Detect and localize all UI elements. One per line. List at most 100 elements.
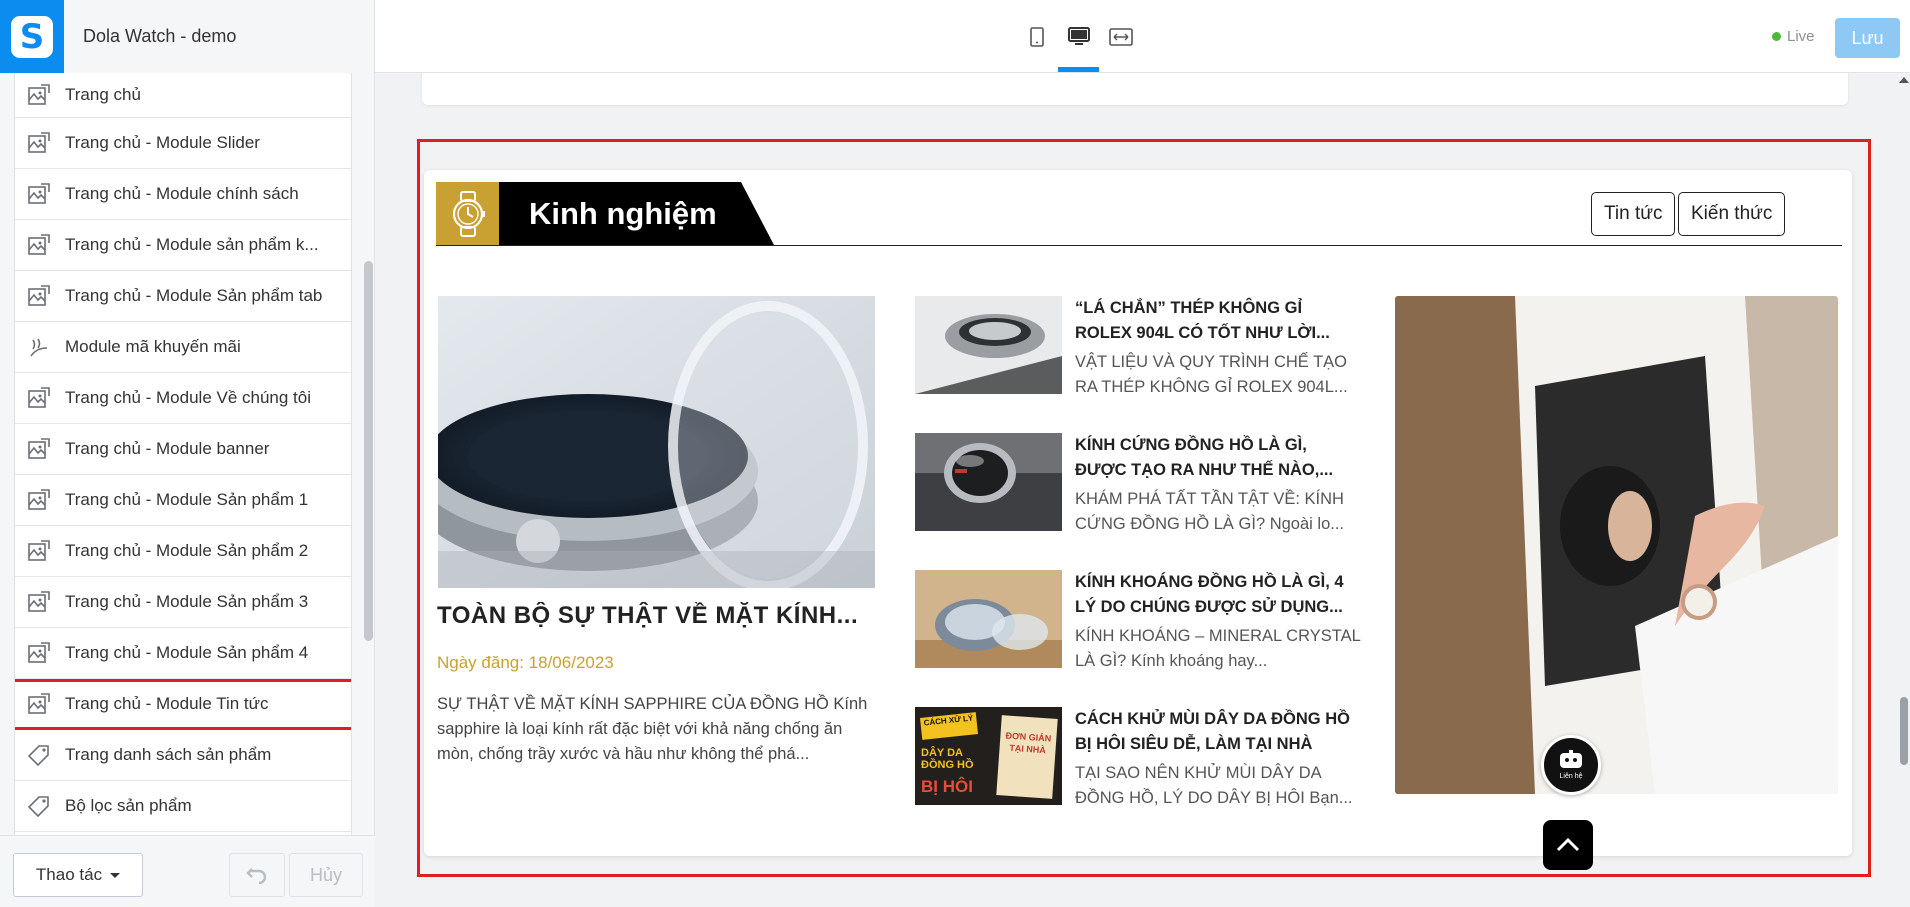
chat-bot-icon xyxy=(1560,750,1582,768)
article-item[interactable]: “LÁ CHẮN” THÉP KHÔNG GỈ ROLEX 904L CÓ TỐ… xyxy=(915,296,1355,406)
layout-icon xyxy=(25,436,53,462)
layout-icon xyxy=(25,130,53,156)
featured-date: Ngày đăng: 18/06/2023 xyxy=(437,653,614,672)
layout-icon xyxy=(25,691,53,717)
article-item[interactable]: CÁCH XỬ LÝ DÂY DA ĐỒNG HỒ BỊ HÔI ĐƠN GIẢ… xyxy=(915,707,1355,817)
article-thumbnail[interactable] xyxy=(915,570,1062,668)
sidebar-item-label: Trang chủ - Module Slider xyxy=(65,133,260,152)
store-title: Dola Watch - demo xyxy=(64,0,375,73)
sidebar-item[interactable]: Trang chủ - Module Sản phẩm 2 xyxy=(15,526,351,577)
sidebar-item-label: Trang chủ - Module banner xyxy=(65,439,270,458)
sidebar-item-label: Module mã khuyến mãi xyxy=(65,337,241,356)
preview-scrollbar-thumb[interactable] xyxy=(1900,697,1908,765)
section-title: Kinh nghiệm xyxy=(499,182,774,245)
tab-knowledge[interactable]: Kiến thức xyxy=(1678,192,1786,236)
save-button[interactable]: Lưu xyxy=(1835,18,1900,58)
thumb-caption: DÂY DA ĐỒNG HỒ xyxy=(921,747,974,771)
featured-description: SỰ THẬT VỀ MẶT KÍNH SAPPHIRE CỦA ĐỒNG HỒ… xyxy=(437,695,868,763)
article-item[interactable]: KÍNH KHOÁNG ĐỒNG HỒ LÀ GÌ, 4 LÝ DO CHÚNG… xyxy=(915,570,1360,680)
sidebar-item-label: Trang chủ - Module Về chúng tôi xyxy=(65,388,312,407)
sidebar-item[interactable]: Trang danh sách sản phẩm xyxy=(15,730,351,781)
article-thumbnail[interactable]: CÁCH XỬ LÝ DÂY DA ĐỒNG HỒ BỊ HÔI ĐƠN GIẢ… xyxy=(915,707,1062,805)
module-list: Trang chủ Trang chủ - Module Slider Trang … xyxy=(14,73,352,835)
sidebar-item[interactable]: Trang chủ - Module Sản phẩm tab xyxy=(15,271,351,322)
chat-label: Liên hệ xyxy=(1559,773,1583,780)
logo-icon: S xyxy=(11,15,53,58)
article-thumbnail[interactable] xyxy=(915,296,1062,394)
chat-button[interactable]: Liên hệ xyxy=(1541,735,1601,795)
news-header: Kinh nghiệm Tin tức Kiến thức xyxy=(436,182,1842,246)
article-title[interactable]: “LÁ CHẮN” THÉP KHÔNG GỈ ROLEX 904L CÓ TỐ… xyxy=(1075,296,1361,346)
desktop-icon[interactable] xyxy=(1066,22,1092,52)
article-title[interactable]: KÍNH KHOÁNG ĐỒNG HỒ LÀ GÌ, 4 LÝ DO CHÚNG… xyxy=(1075,570,1361,620)
sidebar-item-label: Trang chủ - Module Sản phẩm 3 xyxy=(65,592,309,611)
live-dot-icon xyxy=(1772,32,1781,41)
sidebar-item-label: Trang chủ - Module Sản phẩm 4 xyxy=(65,643,309,662)
sidebar-item-label: Trang danh sách sản phẩm xyxy=(65,745,272,764)
active-device-indicator xyxy=(1058,67,1099,72)
sidebar-item[interactable]: Trang chủ - Module Sản phẩm 4 xyxy=(15,628,351,679)
live-status: Live xyxy=(1772,28,1815,45)
tag-icon xyxy=(25,742,53,768)
layout-icon xyxy=(25,283,53,309)
fullwidth-icon[interactable] xyxy=(1108,22,1134,52)
sidebar-footer: Thao tác Hủy xyxy=(0,835,375,907)
watch-icon xyxy=(436,182,499,245)
chevron-up-icon xyxy=(1556,837,1580,852)
featured-image[interactable] xyxy=(438,296,875,588)
featured-title[interactable]: TOÀN BỘ SỰ THẬT VỀ MẶT KÍNH... xyxy=(437,602,877,630)
sidebar-item[interactable]: Trang chủ - Module Tin tức xyxy=(15,679,351,730)
sidebar-item[interactable]: Module mã khuyến mãi xyxy=(15,322,351,373)
sidebar-item-label: Trang chủ - Module Sản phẩm tab xyxy=(65,286,323,305)
sidebar-item[interactable]: Trang chủ - Module Sản phẩm 1 xyxy=(15,475,351,526)
thumb-note: ĐƠN GIẢN TẠI NHÀ xyxy=(996,715,1058,799)
article-description: VẬT LIỆU VÀ QUY TRÌNH CHẾ TẠO RA THÉP KH… xyxy=(1075,353,1348,396)
app-logo[interactable]: S xyxy=(0,0,64,73)
sidebar-item[interactable]: Bộ lọc sản phẩm xyxy=(15,781,351,832)
sidebar-item[interactable]: Trang chủ - Module Về chúng tôi xyxy=(15,373,351,424)
sidebar-item[interactable]: Trang chủ - Module sản phẩm k... xyxy=(15,220,351,271)
sidebar-item[interactable]: Trang chủ - Module Slider xyxy=(15,118,351,169)
cancel-button[interactable]: Hủy xyxy=(289,853,363,897)
actions-dropdown[interactable]: Thao tác xyxy=(13,853,143,897)
article-title[interactable]: KÍNH CỨNG ĐỒNG HỒ LÀ GÌ, ĐƯỢC TẠO RA NHƯ… xyxy=(1075,433,1361,483)
tag-icon xyxy=(25,793,53,819)
sidebar-item[interactable]: Trang chủ - Module chính sách xyxy=(15,169,351,220)
layout-icon xyxy=(25,640,53,666)
tab-news[interactable]: Tin tức xyxy=(1591,192,1676,236)
layout-icon xyxy=(25,181,53,207)
mobile-icon[interactable] xyxy=(1024,22,1050,52)
thumb-caption-big: BỊ HÔI xyxy=(921,777,973,796)
sidebar-item[interactable]: Trang chủ xyxy=(15,73,351,118)
news-section[interactable]: Kinh nghiệm Tin tức Kiến thức TOÀN BỘ SỰ… xyxy=(424,170,1852,870)
back-to-top-button[interactable] xyxy=(1543,820,1593,870)
sidebar-item[interactable]: Trang chủ - Module Sản phẩm 3 xyxy=(15,577,351,628)
article-thumbnail[interactable] xyxy=(915,433,1062,531)
sidebar: Trang chủ Trang chủ - Module Slider Trang … xyxy=(0,73,375,907)
article-description: TẠI SAO NÊN KHỬ MÙI DÂY DA ĐỒNG HỒ, LÝ D… xyxy=(1075,764,1353,807)
caret-down-icon xyxy=(110,872,121,878)
article-item[interactable]: KÍNH CỨNG ĐỒNG HỒ LÀ GÌ, ĐƯỢC TẠO RA NHƯ… xyxy=(915,433,1355,543)
side-banner-image[interactable] xyxy=(1395,296,1838,794)
sidebar-item-label: Trang chủ - Module sản phẩm k... xyxy=(65,235,319,254)
undo-button[interactable] xyxy=(229,853,285,897)
scroll-up-arrow-icon[interactable] xyxy=(1899,77,1909,83)
layout-icon xyxy=(25,538,53,564)
layout-icon xyxy=(25,589,53,615)
layout-icon xyxy=(25,232,53,258)
sidebar-scrollbar-thumb[interactable] xyxy=(364,261,373,641)
sidebar-item[interactable]: Trang chủ - Module banner xyxy=(15,424,351,475)
preview-canvas: Kinh nghiệm Tin tức Kiến thức TOÀN BỘ SỰ… xyxy=(375,73,1910,907)
article-description: KÍNH KHOÁNG – MINERAL CRYSTAL LÀ GÌ? Kín… xyxy=(1075,627,1361,670)
device-switcher xyxy=(1024,22,1134,52)
article-title[interactable]: CÁCH KHỬ MÙI DÂY DA ĐỒNG HỒ BỊ HÔI SIÊU … xyxy=(1075,707,1361,757)
previous-section-card xyxy=(422,73,1848,105)
article-description: KHÁM PHÁ TẤT TẦN TẬT VỀ: KÍNH CỨNG ĐỒNG … xyxy=(1075,490,1344,533)
actions-label: Thao tác xyxy=(35,865,103,884)
sidebar-item-label: Trang chủ - Module Tin tức xyxy=(65,694,269,713)
sidebar-item-label: Bộ lọc sản phẩm xyxy=(65,796,192,815)
sidebar-item-label: Trang chủ - Module chính sách xyxy=(65,184,299,203)
top-bar: S Dola Watch - demo Live Lưu xyxy=(0,0,1910,73)
promo-icon xyxy=(25,334,53,360)
undo-icon xyxy=(246,868,267,884)
